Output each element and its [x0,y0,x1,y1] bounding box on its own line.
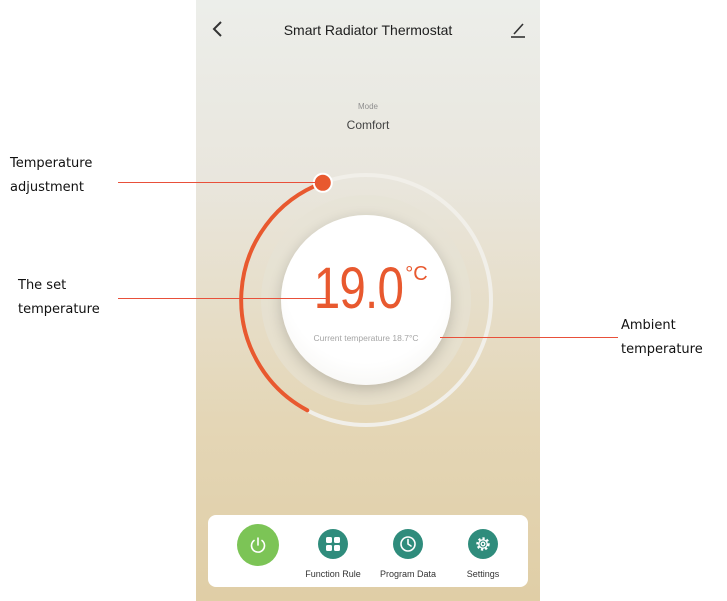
leader-line-ambient [440,337,618,338]
annotation-line-2: adjustment [10,180,84,195]
annotation-line-2: temperature [18,302,100,317]
set-temperature-value: 19.0 [314,256,404,321]
bottom-toolbar: Function Rule Program Data Settings [208,515,528,587]
power-button[interactable] [223,515,293,587]
current-temperature: Current temperature 18.7°C [313,333,419,343]
annotation-set-temperature: The set temperature [18,274,100,322]
temperature-display: 19.0°C Current temperature 18.7°C [281,215,451,385]
annotation-temperature-adjustment: Temperature adjustment [10,152,92,200]
leader-line-set-temperature [118,298,326,299]
power-icon [237,524,279,566]
set-temperature: 19.0°C [281,255,451,322]
clock-icon [393,529,423,559]
annotation-line-1: Ambient [621,318,676,333]
annotation-ambient-temperature: Ambient temperature [621,314,703,362]
settings-button[interactable]: Settings [448,515,518,587]
function-rule-button[interactable]: Function Rule [298,515,368,587]
settings-label: Settings [466,569,500,579]
annotation-line-1: The set [18,278,67,293]
grid-icon [318,529,348,559]
gear-icon [468,529,498,559]
set-temperature-unit: °C [405,263,428,285]
annotation-line-2: temperature [621,342,703,357]
leader-line-adjustment [118,182,318,183]
phone-screen: Smart Radiator Thermostat Mode Comfort 1… [196,0,540,601]
program-data-button[interactable]: Program Data [373,515,443,587]
annotation-line-1: Temperature [10,156,93,171]
